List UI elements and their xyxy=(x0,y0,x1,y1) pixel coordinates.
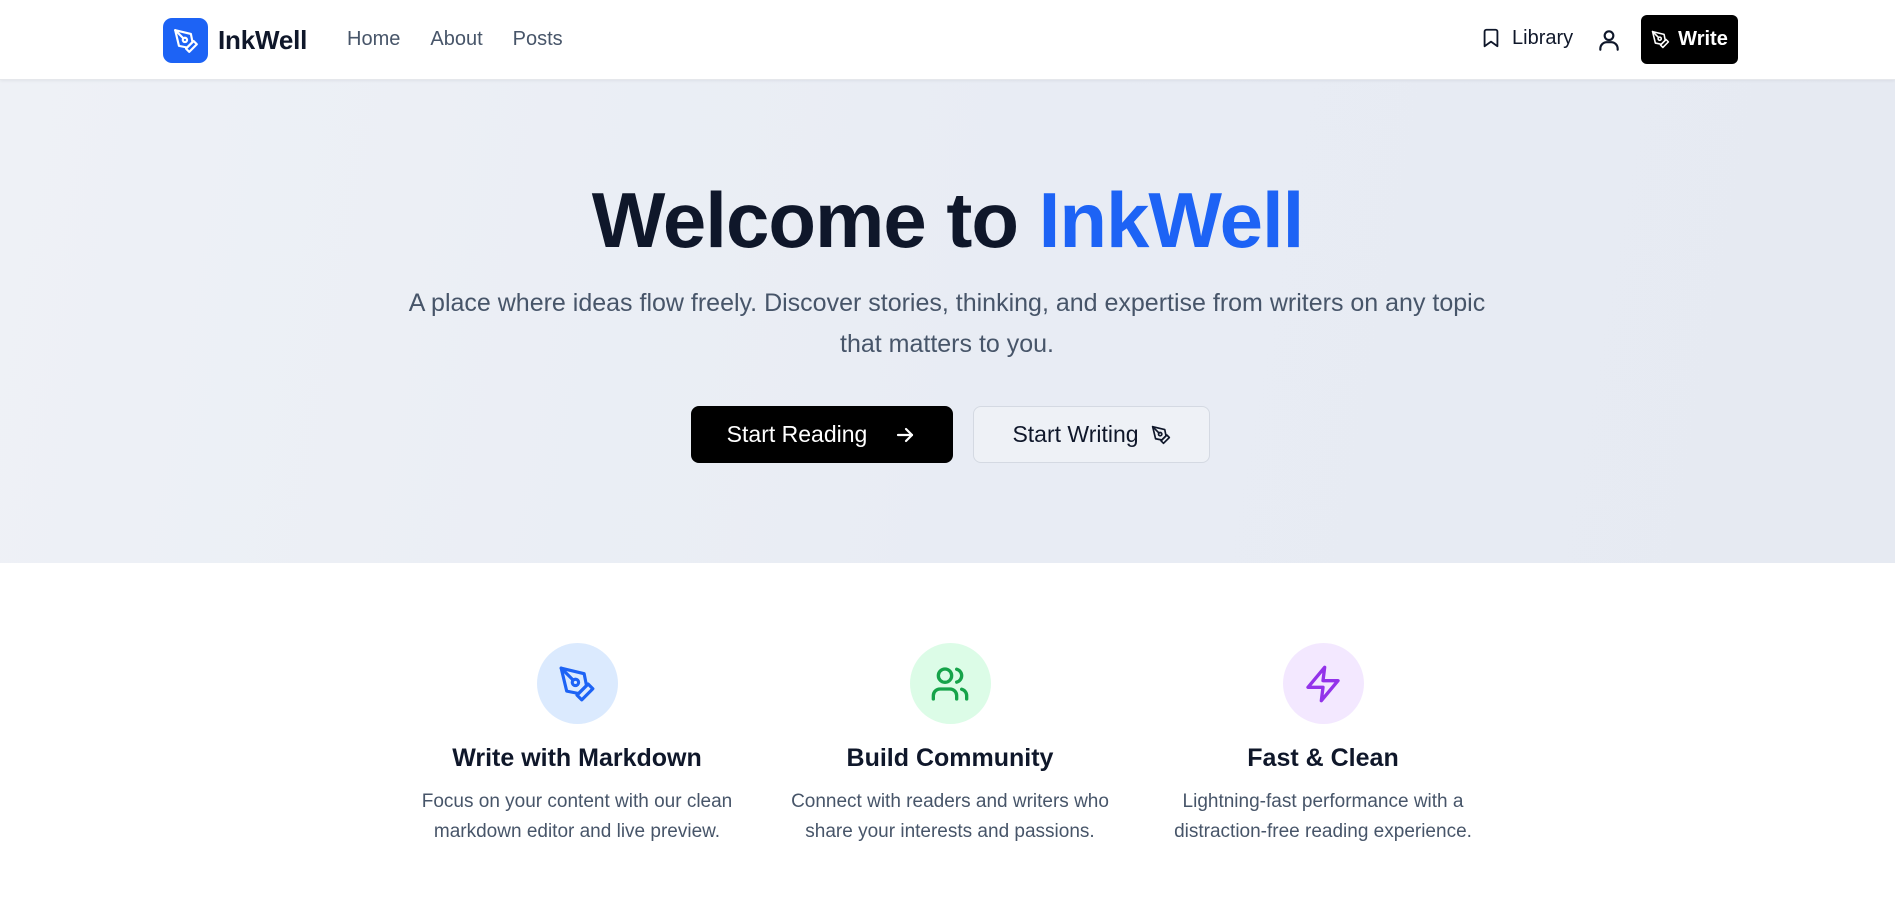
hero-subtitle: A place where ideas flow freely. Discove… xyxy=(408,289,1486,358)
feature-description: Focus on your content with our clean mar… xyxy=(421,791,733,842)
feature-description: Connect with readers and writers who sha… xyxy=(791,791,1109,842)
nav-about-link[interactable]: About xyxy=(430,28,482,51)
brand-name[interactable]: InkWell xyxy=(218,25,307,56)
user-profile-button[interactable] xyxy=(1596,27,1622,53)
write-button[interactable]: Write xyxy=(1641,15,1738,64)
feature-title: Fast & Clean xyxy=(1247,744,1399,772)
feature-description: Lightning-fast performance with a distra… xyxy=(1174,791,1472,842)
nav-posts-link[interactable]: Posts xyxy=(513,28,563,51)
start-reading-label: Start Reading xyxy=(726,421,868,447)
feature-title: Write with Markdown xyxy=(452,744,702,772)
feature-card-fast: Fast & Clean Lightning-fast performance … xyxy=(1143,643,1503,847)
library-label: Library xyxy=(1512,26,1574,49)
start-reading-button[interactable]: Start Reading xyxy=(691,406,953,463)
bookmark-icon xyxy=(1483,28,1499,48)
site-header: InkWell Home About Posts Library Write xyxy=(0,0,1895,80)
hero-title-accent: InkWell xyxy=(1038,176,1305,264)
users-icon xyxy=(931,666,969,701)
feature-icon-circle xyxy=(1282,643,1364,724)
lightning-icon xyxy=(1306,665,1340,702)
feature-card-community: Build Community Connect with readers and… xyxy=(770,643,1130,847)
pen-nib-icon xyxy=(559,666,595,701)
library-link[interactable]: Library xyxy=(1480,26,1573,50)
feature-card-markdown: Write with Markdown Focus on your conten… xyxy=(397,643,757,847)
hero-title-prefix: Welcome to xyxy=(591,176,1019,264)
pen-nib-icon xyxy=(1651,30,1670,49)
feature-icon-circle xyxy=(909,643,991,724)
start-writing-button[interactable]: Start Writing xyxy=(973,406,1210,463)
hero-section: Welcome to InkWell A place where ideas f… xyxy=(0,80,1895,563)
pen-nib-icon xyxy=(1151,425,1170,444)
main-nav: Home About Posts xyxy=(347,28,563,51)
hero-title: Welcome to InkWell xyxy=(0,175,1895,266)
user-icon xyxy=(1599,30,1619,51)
feature-icon-circle xyxy=(536,643,618,724)
feature-title: Build Community xyxy=(846,744,1054,772)
logo-icon[interactable] xyxy=(163,18,208,63)
arrow-right-icon xyxy=(897,427,914,442)
start-writing-label: Start Writing xyxy=(1012,421,1139,447)
write-label: Write xyxy=(1678,28,1728,50)
nav-home-link[interactable]: Home xyxy=(347,28,400,51)
